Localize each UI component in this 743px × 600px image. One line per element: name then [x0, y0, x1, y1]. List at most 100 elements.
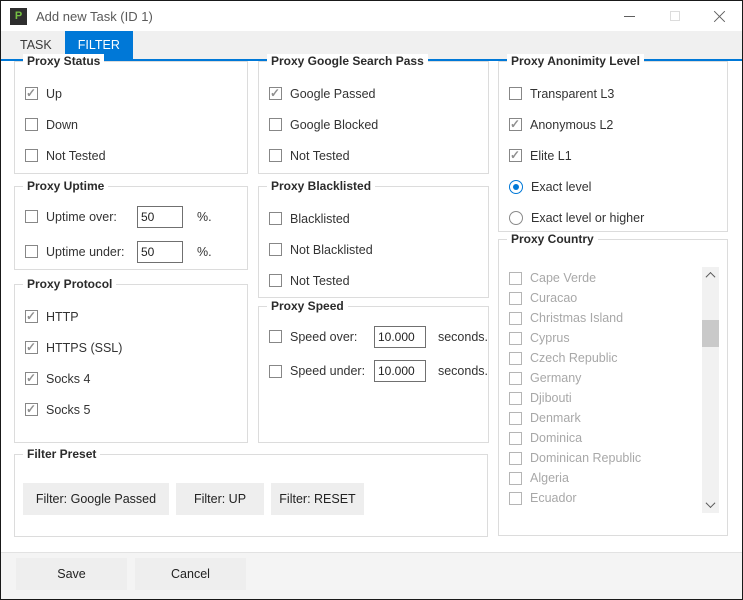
checkbox-icon: [509, 87, 522, 100]
close-button[interactable]: [697, 1, 742, 31]
group-filter-preset: Filter Preset Filter: Google Passed Filt…: [14, 454, 488, 537]
checkbox-down[interactable]: Down: [25, 109, 247, 140]
speed-over-label: Speed over:: [290, 330, 374, 344]
country-item-christmas-island[interactable]: Christmas Island: [509, 308, 695, 328]
checkbox-icon: [269, 243, 282, 256]
radio-exact-level-or-higher[interactable]: Exact level or higher: [509, 202, 727, 233]
title-bar: P Add new Task (ID 1): [1, 1, 742, 31]
country-item-czech-republic[interactable]: Czech Republic: [509, 348, 695, 368]
checkbox-icon: [509, 149, 522, 162]
country-item-cyprus[interactable]: Cyprus: [509, 328, 695, 348]
group-anonymity-level: Proxy Anonimity Level Transparent L3 Ano…: [498, 61, 728, 232]
filter-reset-button[interactable]: Filter: RESET: [271, 483, 364, 515]
group-title: Proxy Country: [507, 232, 598, 246]
country-label: Denmark: [530, 411, 581, 425]
window-controls: [607, 1, 742, 31]
country-item-dominican-republic[interactable]: Dominican Republic: [509, 448, 695, 468]
chevron-down-icon: [706, 498, 716, 508]
uptime-over-unit: %.: [197, 210, 212, 224]
checkbox-socks5[interactable]: Socks 5: [25, 394, 247, 425]
uptime-over-checkbox[interactable]: [25, 210, 38, 223]
checkbox-transparent-l3[interactable]: Transparent L3: [509, 78, 727, 109]
checkbox-icon: [509, 472, 522, 485]
filter-google-passed-button[interactable]: Filter: Google Passed: [23, 483, 169, 515]
checkbox-anonymous-l2[interactable]: Anonymous L2: [509, 109, 727, 140]
checkbox-label: Not Blacklisted: [290, 243, 373, 257]
country-item-djibouti[interactable]: Djibouti: [509, 388, 695, 408]
radio-icon: [509, 180, 523, 194]
group-proxy-country: Proxy Country Cape Verde Curacao Christm…: [498, 239, 728, 536]
country-item-curacao[interactable]: Curacao: [509, 288, 695, 308]
scroll-up-button[interactable]: [702, 267, 719, 284]
checkbox-label: Down: [46, 118, 78, 132]
checkbox-label: Blacklisted: [290, 212, 350, 226]
checkbox-icon: [25, 341, 38, 354]
country-label: Ecuador: [530, 491, 577, 505]
group-google-search-pass: Proxy Google Search Pass Google Passed G…: [258, 61, 489, 174]
checkbox-icon: [269, 118, 282, 131]
speed-over-unit: seconds.: [438, 330, 488, 344]
checkbox-label: Not Tested: [46, 149, 106, 163]
checkbox-blacklisted[interactable]: Blacklisted: [269, 203, 488, 234]
group-title: Filter Preset: [23, 447, 100, 461]
country-item-ecuador[interactable]: Ecuador: [509, 488, 695, 508]
uptime-under-label: Uptime under:: [46, 245, 137, 259]
speed-under-input[interactable]: [374, 360, 426, 382]
minimize-icon: [624, 16, 635, 17]
checkbox-icon: [25, 87, 38, 100]
checkbox-label: Google Passed: [290, 87, 375, 101]
dialog-footer: Save Cancel: [1, 552, 742, 599]
checkbox-icon: [509, 272, 522, 285]
country-item-dominica[interactable]: Dominica: [509, 428, 695, 448]
speed-under-label: Speed under:: [290, 364, 374, 378]
country-item-cape-verde[interactable]: Cape Verde: [509, 268, 695, 288]
checkbox-not-tested[interactable]: Not Tested: [25, 140, 247, 171]
scrollbar-thumb[interactable]: [702, 320, 719, 347]
window-title: Add new Task (ID 1): [36, 9, 153, 24]
uptime-under-input[interactable]: [137, 241, 183, 263]
checkbox-icon: [509, 332, 522, 345]
filter-up-button[interactable]: Filter: UP: [176, 483, 264, 515]
checkbox-label: Socks 5: [46, 403, 90, 417]
radio-exact-level[interactable]: Exact level: [509, 171, 727, 202]
country-item-germany[interactable]: Germany: [509, 368, 695, 388]
speed-under-checkbox[interactable]: [269, 365, 282, 378]
checkbox-icon: [509, 312, 522, 325]
speed-under-row: Speed under: seconds.: [269, 352, 488, 390]
country-item-algeria[interactable]: Algeria: [509, 468, 695, 488]
checkbox-icon: [25, 310, 38, 323]
checkbox-elite-l1[interactable]: Elite L1: [509, 140, 727, 171]
uptime-over-input[interactable]: [137, 206, 183, 228]
uptime-under-unit: %.: [197, 245, 212, 259]
checkbox-label: Not Tested: [290, 149, 350, 163]
checkbox-up[interactable]: Up: [25, 78, 247, 109]
country-label: Germany: [530, 371, 581, 385]
checkbox-blacklist-not-tested[interactable]: Not Tested: [269, 265, 488, 296]
checkbox-not-blacklisted[interactable]: Not Blacklisted: [269, 234, 488, 265]
checkbox-icon: [25, 372, 38, 385]
preset-buttons: Filter: Google Passed Filter: UP Filter:…: [23, 483, 364, 515]
checkbox-icon: [269, 149, 282, 162]
minimize-button[interactable]: [607, 1, 652, 31]
save-button[interactable]: Save: [16, 558, 127, 590]
checkbox-https-ssl[interactable]: HTTPS (SSL): [25, 332, 247, 363]
cancel-button[interactable]: Cancel: [135, 558, 246, 590]
country-item-denmark[interactable]: Denmark: [509, 408, 695, 428]
checkbox-icon: [509, 372, 522, 385]
checkbox-google-blocked[interactable]: Google Blocked: [269, 109, 488, 140]
country-scrollbar[interactable]: [702, 267, 719, 513]
scroll-down-button[interactable]: [702, 496, 719, 513]
country-label: Cape Verde: [530, 271, 596, 285]
group-title: Proxy Anonimity Level: [507, 54, 644, 68]
country-label: Dominica: [530, 431, 582, 445]
checkbox-label: Socks 4: [46, 372, 90, 386]
country-label: Curacao: [530, 291, 577, 305]
checkbox-google-not-tested[interactable]: Not Tested: [269, 140, 488, 171]
checkbox-icon: [269, 212, 282, 225]
checkbox-socks4[interactable]: Socks 4: [25, 363, 247, 394]
checkbox-http[interactable]: HTTP: [25, 301, 247, 332]
speed-over-checkbox[interactable]: [269, 330, 282, 343]
speed-over-input[interactable]: [374, 326, 426, 348]
uptime-under-checkbox[interactable]: [25, 245, 38, 258]
checkbox-google-passed[interactable]: Google Passed: [269, 78, 488, 109]
